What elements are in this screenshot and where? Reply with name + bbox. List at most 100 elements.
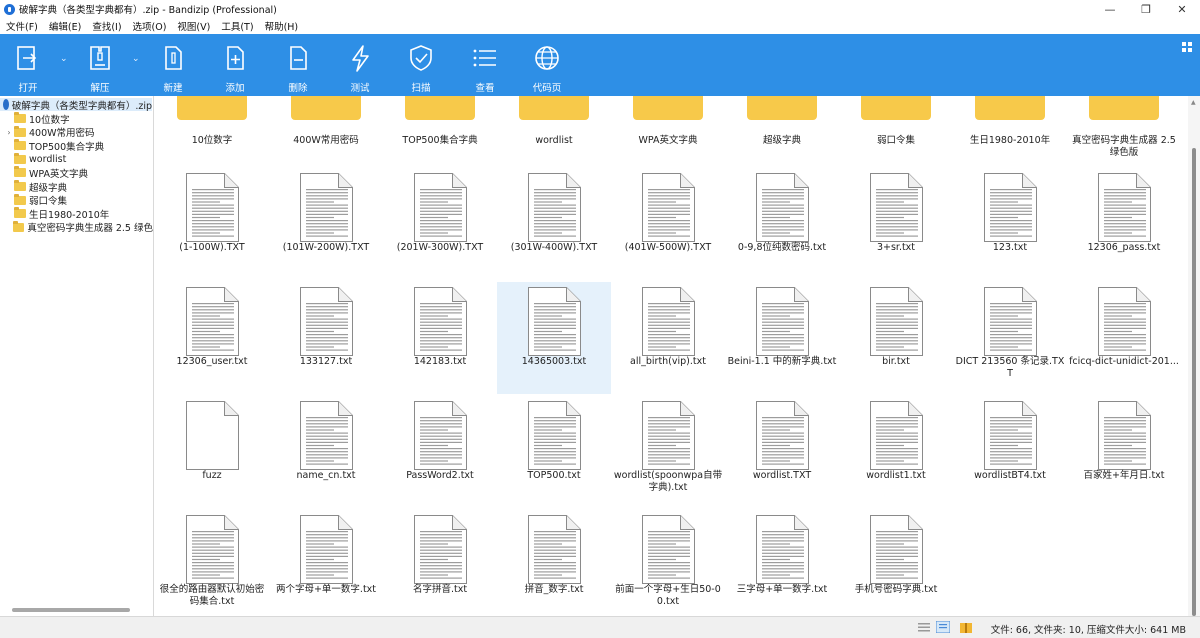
tree-item[interactable]: › 400W常用密码 [0, 125, 153, 140]
vertical-scrollbar[interactable]: ▲ [1188, 96, 1200, 616]
toolbar-test-button[interactable]: 测试 [332, 34, 388, 96]
file-item[interactable]: 拼音_数字.txt [497, 510, 611, 616]
folder-item[interactable]: TOP500集合字典 [383, 96, 497, 158]
toolbar-open-button[interactable]: 打开 [0, 34, 56, 96]
file-item[interactable]: 12306_pass.txt [1067, 168, 1181, 280]
tree-item[interactable]: 10位数字 [0, 112, 153, 126]
file-item[interactable]: 百家姓+年月日.txt [1067, 396, 1181, 508]
file-item[interactable]: 12306_user.txt [155, 282, 269, 394]
sidebar-horizontal-scrollbar[interactable] [12, 608, 130, 612]
file-item[interactable]: 很全的路由器默认初始密码集合.txt [155, 510, 269, 616]
view-icons-icon[interactable] [936, 621, 950, 633]
scrollbar-thumb[interactable] [1192, 148, 1196, 616]
file-item[interactable]: wordlist1.txt [839, 396, 953, 508]
file-item[interactable]: 142183.txt [383, 282, 497, 394]
toolbar-codepage-button[interactable]: 代码页 [519, 34, 575, 96]
toolbar-scan-button[interactable]: 扫描 [393, 34, 449, 96]
file-item[interactable]: Beini-1.1 中的新字典.txt [725, 282, 839, 394]
layout-toggle-icon[interactable] [1182, 42, 1192, 52]
tree-item[interactable]: 弱口令集 [0, 193, 153, 207]
tree-expand-chevron-icon[interactable]: › [4, 128, 14, 137]
folder-name: 400W常用密码 [293, 135, 359, 146]
extract-zipper-icon [90, 46, 110, 70]
folder-item[interactable]: 400W常用密码 [269, 96, 383, 158]
tree-item[interactable]: 生日1980-2010年 [0, 207, 153, 221]
maximize-button[interactable]: ❐ [1128, 0, 1164, 18]
file-item[interactable]: fuzz [155, 396, 269, 508]
menu-item-0[interactable]: 文件(F) [6, 19, 38, 33]
toolbar-codepage-label: 代码页 [532, 83, 562, 94]
folder-item[interactable]: 10位数字 [155, 96, 269, 158]
toolbar-test-label: 测试 [350, 83, 370, 94]
text-file-icon [1098, 401, 1151, 470]
toolbar-extract-button[interactable]: 解压 [72, 34, 128, 96]
file-item[interactable]: wordlist(spoonwpa自带字典).txt [611, 396, 725, 508]
file-item[interactable]: (401W-500W).TXT [611, 168, 725, 280]
file-item[interactable]: (101W-200W).TXT [269, 168, 383, 280]
file-item[interactable]: bir.txt [839, 282, 953, 394]
file-item[interactable]: 名字拼音.txt [383, 510, 497, 616]
file-name: 0-9,8位纯数密码.txt [737, 242, 827, 253]
toolbar-open-dropdown-icon[interactable]: ⌄ [60, 54, 68, 64]
menu-item-2[interactable]: 查找(I) [92, 19, 121, 33]
folder-item[interactable]: WPA英文字典 [611, 96, 725, 158]
file-item[interactable]: 两个字母+单一数字.txt [269, 510, 383, 616]
folder-item[interactable]: 真空密码字典生成器 2.5 绿色版 [1067, 96, 1181, 158]
tree-root-archive[interactable]: 破解字典（各类型字典都有）.zip [0, 98, 152, 112]
folder-item[interactable]: 弱口令集 [839, 96, 953, 158]
file-item[interactable]: (201W-300W).TXT [383, 168, 497, 280]
menu-item-4[interactable]: 视图(V) [177, 19, 210, 33]
menu-item-5[interactable]: 工具(T) [221, 19, 253, 33]
file-name: 14365003.txt [521, 356, 587, 367]
toolbar-view-button[interactable]: 查看 [457, 34, 513, 96]
file-item[interactable]: wordlist.TXT [725, 396, 839, 508]
file-item[interactable]: (301W-400W).TXT [497, 168, 611, 280]
tree-item[interactable]: 真空密码字典生成器 2.5 绿色 [0, 220, 153, 234]
file-item[interactable]: 三字母+单一数字.txt [725, 510, 839, 616]
text-file-icon [414, 401, 467, 470]
toolbar-add-button[interactable]: 添加 [207, 34, 263, 96]
minimize-button[interactable]: — [1092, 0, 1128, 18]
tree-item[interactable]: TOP500集合字典 [0, 139, 153, 153]
scroll-up-arrow-icon[interactable]: ▲ [1191, 99, 1196, 106]
file-item[interactable]: 14365003.txt [497, 282, 611, 394]
menu-item-3[interactable]: 选项(O) [133, 19, 167, 33]
folder-icon [14, 112, 26, 123]
file-item[interactable]: 手机号密码字典.txt [839, 510, 953, 616]
tree-item-label: 400W常用密码 [29, 128, 95, 140]
file-item[interactable]: 133127.txt [269, 282, 383, 394]
menu-item-6[interactable]: 帮助(H) [265, 19, 299, 33]
file-name: 12306_pass.txt [1087, 242, 1161, 253]
file-item[interactable]: name_cn.txt [269, 396, 383, 508]
toolbar-new-button[interactable]: 新建 [145, 34, 201, 96]
tree-item[interactable]: WPA英文字典 [0, 166, 153, 180]
text-file-icon [984, 401, 1037, 470]
toolbar-extract-dropdown-icon[interactable]: ⌄ [132, 54, 140, 64]
file-name: 12306_user.txt [176, 356, 248, 367]
toolbar-delete-button[interactable]: 删除 [270, 34, 326, 96]
file-item[interactable]: 0-9,8位纯数密码.txt [725, 168, 839, 280]
file-item[interactable]: wordlistBT4.txt [953, 396, 1067, 508]
file-item[interactable]: DICT 213560 条记录.TXT [953, 282, 1067, 394]
view-details-icon[interactable] [918, 622, 930, 633]
file-item[interactable]: 前面一个字母+生日50-00.txt [611, 510, 725, 616]
tree-item[interactable]: wordlist [0, 152, 153, 166]
file-item[interactable]: TOP500.txt [497, 396, 611, 508]
text-file-icon [186, 287, 239, 356]
file-item[interactable]: (1-100W).TXT [155, 168, 269, 280]
menu-item-1[interactable]: 编辑(E) [49, 19, 81, 33]
folder-tree-panel: 破解字典（各类型字典都有）.zip 10位数字 › 400W常用密码 TOP500集合字… [0, 96, 154, 616]
close-button[interactable]: ✕ [1164, 0, 1200, 18]
file-item[interactable]: 123.txt [953, 168, 1067, 280]
file-item[interactable]: 3+sr.txt [839, 168, 953, 280]
file-name: fcicq-dict-unidict-201... [1069, 356, 1179, 367]
file-item[interactable]: fcicq-dict-unidict-201... [1067, 282, 1181, 394]
folder-item[interactable]: wordlist [497, 96, 611, 158]
file-item[interactable]: PassWord2.txt [383, 396, 497, 508]
folder-item[interactable]: 超级字典 [725, 96, 839, 158]
tree-item[interactable]: 超级字典 [0, 180, 153, 194]
folder-item[interactable]: 生日1980-2010年 [953, 96, 1067, 158]
file-item[interactable]: all_birth(vip).txt [611, 282, 725, 394]
file-name: 名字拼音.txt [412, 584, 468, 595]
status-bar: 文件: 66, 文件夹: 10, 压缩文件大小: 641 MB [0, 616, 1200, 638]
